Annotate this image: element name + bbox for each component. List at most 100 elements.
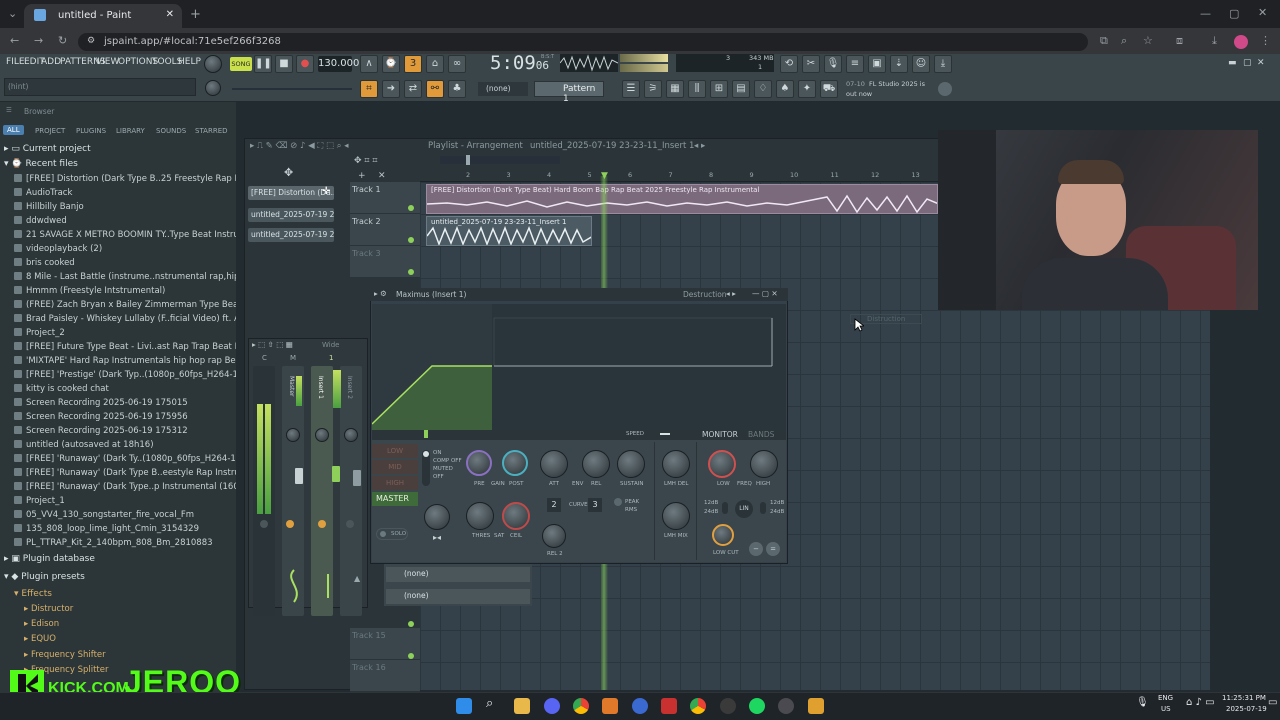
recent-file-item[interactable]: 135_808_loop_lime_light_Cmin_3154329 [14,524,236,534]
fl-close-icon[interactable]: ✕ [1257,58,1265,68]
release-2-knob[interactable] [542,524,566,548]
mixer-scroll-up-icon[interactable]: ▲ [354,574,360,583]
insert-fx-toggle[interactable] [318,520,326,528]
video-app-icon[interactable] [661,698,677,714]
pattern-mode-icon[interactable]: ⇄ [404,80,422,98]
app-icon-a[interactable] [602,698,618,714]
recent-file-item[interactable]: Screen Recording 2025-06-19 175956 [14,412,236,422]
windows-start-icon[interactable] [456,698,472,714]
chrome-menu-icon[interactable]: ⋮ [1260,34,1271,47]
pause-button[interactable]: ❚❚ [254,55,272,73]
menu-help[interactable]: HELP [178,57,201,67]
pattern-list-item[interactable]: untitled_2025-07-19 23-.. [248,228,334,242]
menu-view[interactable]: VIEW [96,57,119,67]
speed-slider[interactable] [660,433,670,435]
recent-file-item[interactable]: Project_1 [14,496,236,506]
region-indicator[interactable]: US [1161,705,1171,713]
master-pitch-slider[interactable] [232,88,352,90]
download-icon[interactable]: ⤓ [1212,34,1217,48]
playlist-snap-icon[interactable]: ⌗ [360,80,378,98]
maximize-window-icon[interactable]: ▢ [1229,7,1239,20]
attack-value[interactable]: 2 [547,498,561,512]
compressor-curve-graph[interactable] [372,304,786,430]
band-link-icon[interactable]: ▸◂ [433,533,441,542]
new-tab-button[interactable]: + [190,7,201,22]
pattern-list-item[interactable]: untitled_2025-07-19 23-.. [248,208,334,222]
recent-file-item[interactable]: [FREE] Distortion (Dark Type B..25 Frees… [14,174,236,184]
save-icon[interactable]: ▣ [868,55,886,73]
band-next-icon[interactable]: = [766,542,780,556]
song-mode-toggle[interactable]: SONG [230,57,252,71]
language-indicator[interactable]: ENG [1158,694,1173,702]
fx-slot[interactable]: (none) [386,589,530,604]
browser-options-icon[interactable]: ☰ [6,106,12,114]
master-volume-knob[interactable] [205,80,221,96]
recent-file-item[interactable]: untitled (autosaved at 18h16) [14,440,236,450]
cut-icon[interactable]: ✂ [802,55,820,73]
master-fx-toggle[interactable] [286,520,294,528]
curve-value[interactable]: 3 [588,498,602,512]
low-slope-12db[interactable]: 12dB [704,500,718,506]
chrome-icon[interactable] [573,698,589,714]
stop-button[interactable]: ■ [275,55,293,73]
track-mute-led[interactable] [408,653,414,659]
chrome-profile-icon[interactable] [690,698,706,714]
bookmark-star-icon[interactable]: ☆ [1143,34,1153,47]
cart-icon[interactable]: ⛟ [820,80,838,98]
release-knob[interactable] [582,450,610,478]
recent-file-item[interactable]: 05_VV4_130_songstarter_fire_vocal_Fm [14,510,236,520]
recent-file-item[interactable]: 8 Mile - Last Battle (instrume..nstrumen… [14,272,236,282]
zoom-icon[interactable]: ⌕ [1121,34,1127,48]
touch-controller-icon[interactable]: ♢ [754,80,772,98]
browser-tab-library[interactable]: LIBRARY [116,127,145,135]
performance-icon[interactable]: ♠ [776,80,794,98]
preset-name[interactable]: Destruction [683,290,727,299]
playlist-options-icon[interactable]: ▸ ⎍ ✎ ⌫ ⊘ ♪ ◀ ⛶ ⬚ ⌕ ◂ [250,141,348,151]
lmh-mix-knob[interactable] [662,502,690,530]
recent-file-item[interactable]: Screen Recording 2025-06-19 175015 [14,398,236,408]
recent-file-item[interactable]: (FREE) Zach Bryan x Bailey Zimmerman Typ… [14,300,236,310]
low-slope-24db[interactable]: 24dB [704,509,718,515]
folder-plugin-presets[interactable]: ▾ ◆ Plugin presets [4,572,85,582]
playlist-titlebar[interactable]: ▸ ⎍ ✎ ⌫ ⊘ ♪ ◀ ⛶ ⬚ ⌕ ◂ Playlist - Arrange… [248,140,938,154]
recent-file-item[interactable]: Screen Recording 2025-06-19 175312 [14,426,236,436]
recording-options-icon[interactable] [204,55,222,73]
link-icon[interactable]: ⚯ [426,80,444,98]
mode-muted[interactable]: MUTED [433,466,453,472]
wait-input-icon[interactable]: ⌚ [382,55,400,73]
effect-item[interactable]: ▸ Edison [24,619,59,629]
pattern-add-icon[interactable]: ✛ [322,186,330,197]
browser-tab-starred[interactable]: STARRED [195,127,228,135]
clock-time[interactable]: 11:25:31 PM [1222,694,1266,702]
attack-knob[interactable] [540,450,568,478]
piano-roll-icon[interactable]: ⚞ [644,80,662,98]
plugin-picker-icon[interactable]: ▤ [732,80,750,98]
blend-notes-icon[interactable]: ⌂ [426,55,444,73]
news-text-2[interactable]: out now [846,90,872,98]
browser-toggle-icon[interactable]: ⊞ [710,80,728,98]
effect-item[interactable]: ▸ Distructor [24,604,73,614]
lmh-delay-knob[interactable] [662,450,690,478]
recent-file-item[interactable]: [FREE] 'Runaway' (Dark Ty..(1080p_60fps_… [14,454,236,464]
sustain-knob[interactable] [617,450,645,478]
file-explorer-icon[interactable] [514,698,530,714]
channel-rack-icon[interactable]: ▦ [666,80,684,98]
site-info-icon[interactable]: ⚙ [87,36,95,46]
menu-add[interactable]: ADD [41,57,61,67]
recent-file-item[interactable]: kitty is cooked chat [14,384,236,394]
mode-off[interactable]: OFF [433,474,444,480]
recent-file-item[interactable]: Hmmm (Freestyle Intstrumental) [14,286,236,296]
insert-1-pan-knob[interactable] [315,428,329,442]
low-cut-knob[interactable] [712,524,734,546]
insert-2-volume-fader[interactable] [353,470,361,486]
loop-record-icon[interactable]: ∞ [448,55,466,73]
plugin-arrow-icon[interactable]: ▸ ⚙ [374,289,387,298]
audio-clip-insert[interactable]: untitled_2025-07-19 23-23-11_Insert 1 [426,216,592,246]
mode-switch-knob[interactable] [423,451,429,457]
recent-file-item[interactable]: 21 SAVAGE X METRO BOOMIN TY..Type Beat I… [14,230,236,240]
band-mid-button[interactable]: MID [372,460,418,474]
back-icon[interactable]: ← [10,34,19,47]
undo-history-icon[interactable]: ⟲ [780,55,798,73]
low-freq-knob[interactable] [708,450,736,478]
news-text[interactable]: FL Studio 2025 is [869,80,925,88]
